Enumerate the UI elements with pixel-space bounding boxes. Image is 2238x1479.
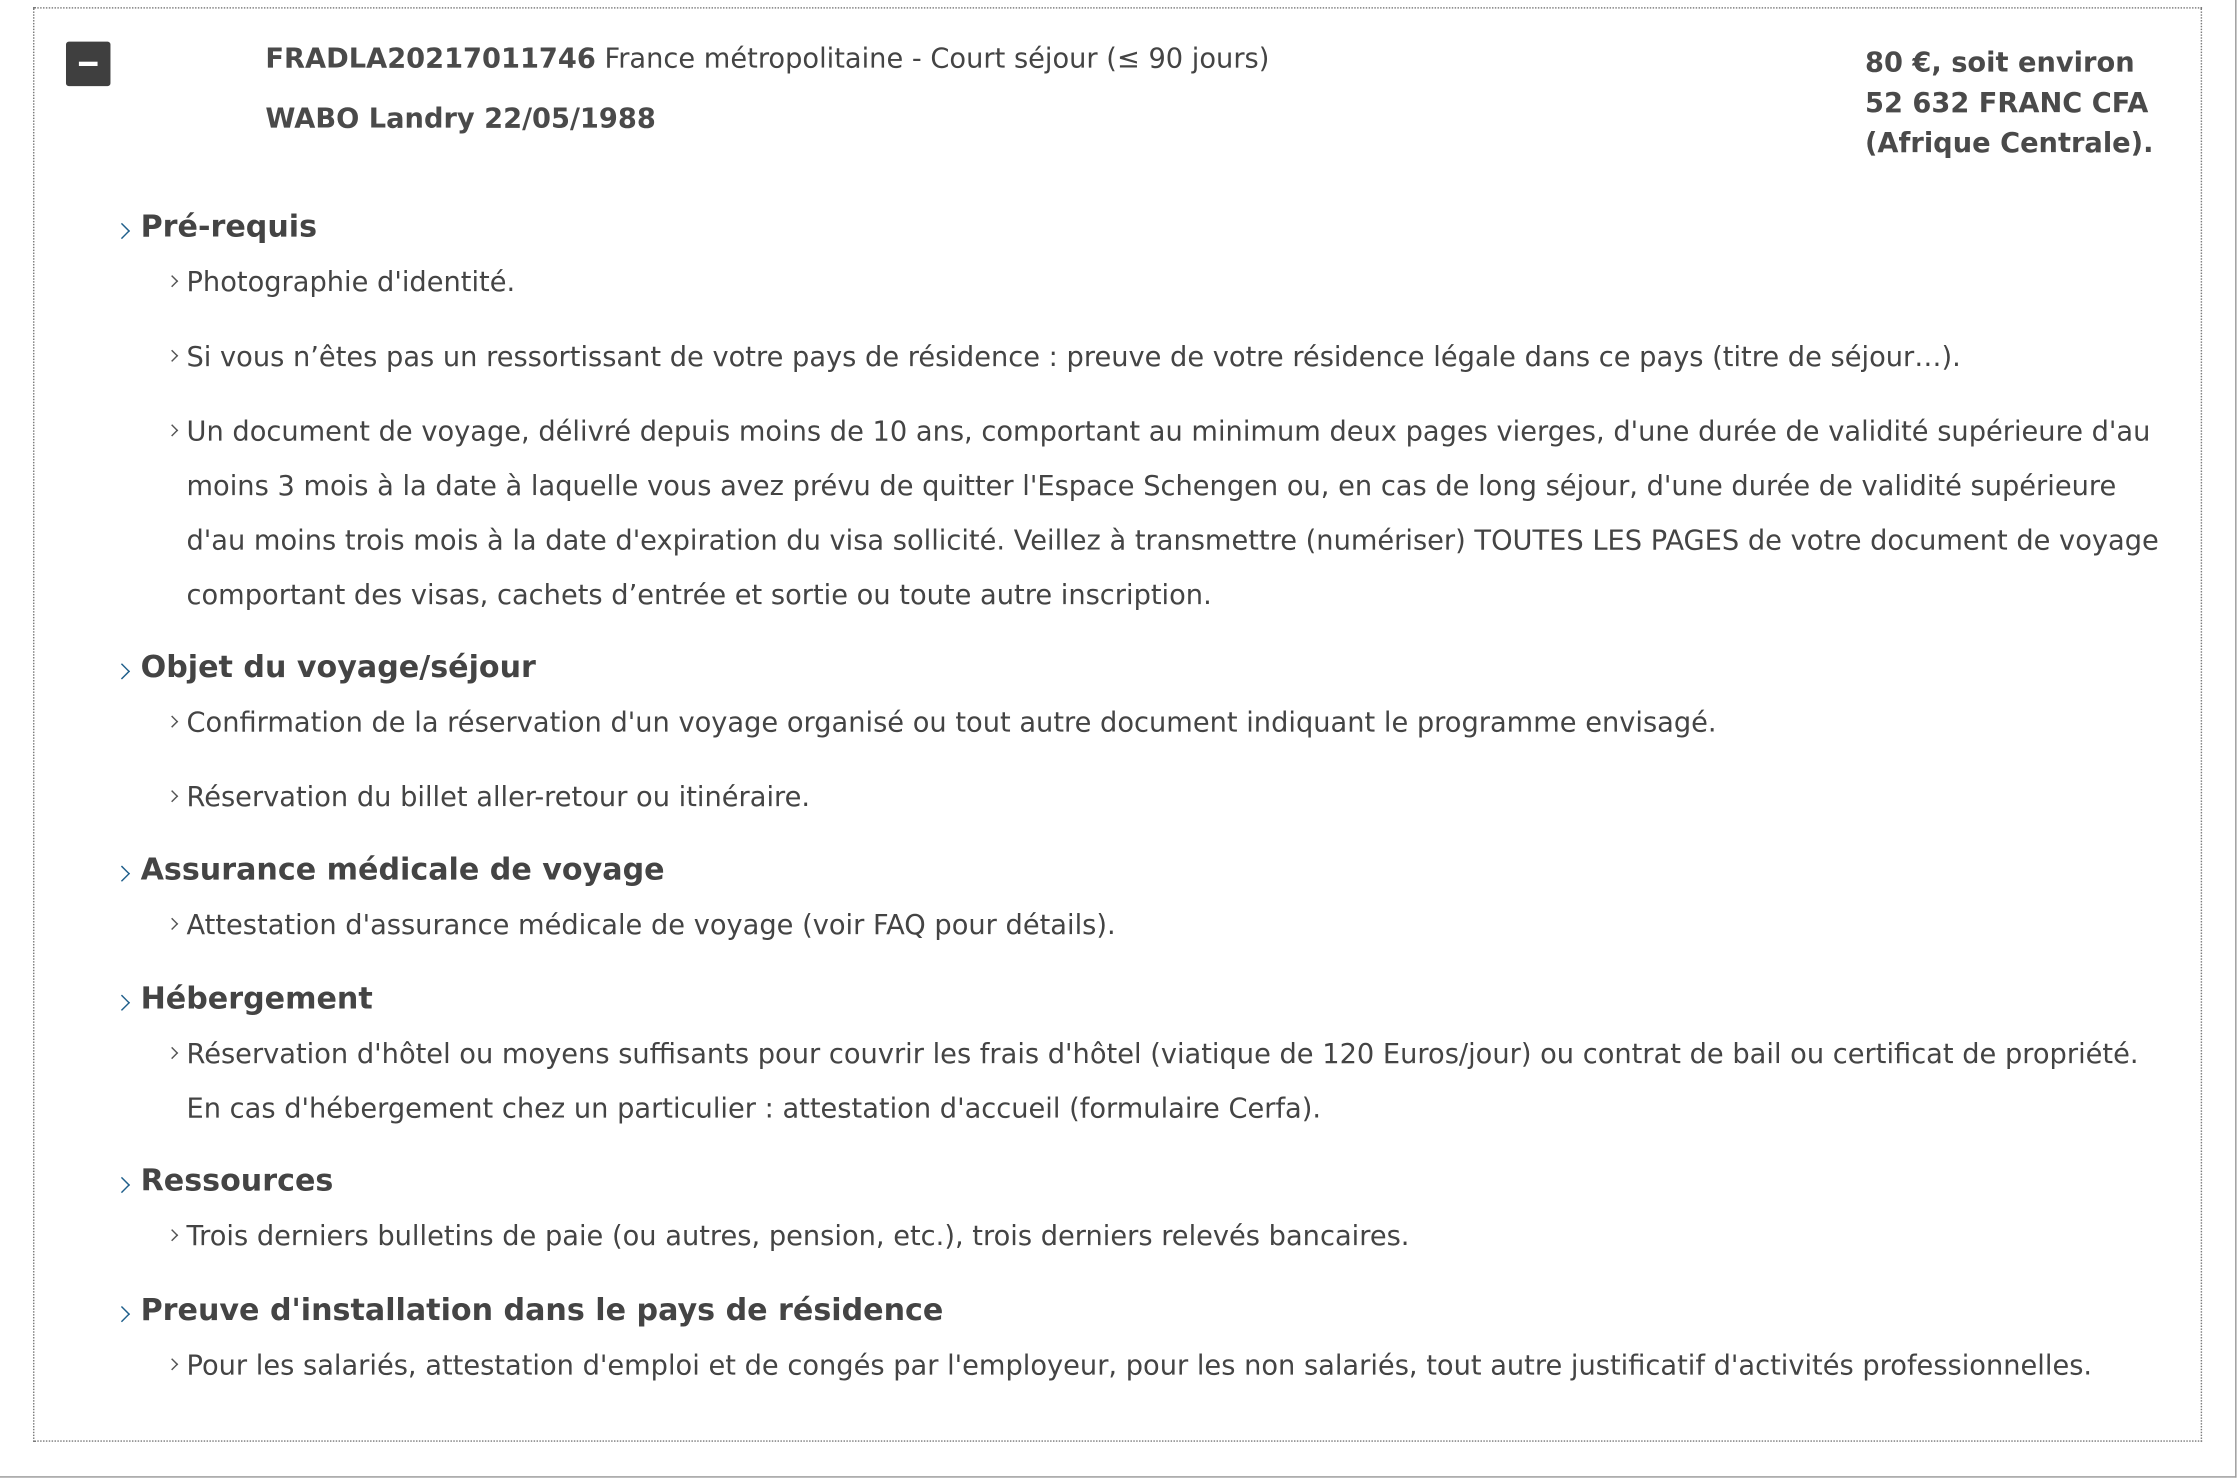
application-card: FRADLA20217011746 France métropolitaine … bbox=[32, 7, 2203, 1442]
minus-icon bbox=[78, 61, 98, 66]
list-item-text: Un document de voyage, délivré depuis mo… bbox=[186, 416, 2159, 612]
list-item-text: Attestation d'assurance médicale de voya… bbox=[186, 909, 1116, 942]
visa-type: France métropolitaine - Court séjour (≤ … bbox=[604, 43, 1270, 75]
chevron-right-icon bbox=[168, 792, 179, 803]
chevron-right-icon bbox=[168, 1360, 179, 1371]
page: FRADLA20217011746 France métropolitaine … bbox=[0, 0, 2238, 1479]
chevron-right-icon bbox=[168, 717, 179, 728]
list-item-text: Réservation du billet aller-retour ou it… bbox=[186, 781, 811, 814]
chevron-right-icon bbox=[116, 997, 130, 1011]
list-item-text: Photographie d'identité. bbox=[186, 266, 516, 299]
list-item-text: Confirmation de la réservation d'un voya… bbox=[186, 707, 1717, 739]
list-item: Confirmation de la réservation d'un voya… bbox=[186, 696, 2180, 751]
section-title: Assurance médicale de voyage bbox=[140, 852, 665, 887]
fee-line: 52 632 FRANC CFA bbox=[1864, 87, 2149, 120]
chevron-right-icon bbox=[116, 1308, 130, 1322]
application-reference: FRADLA20217011746 bbox=[265, 43, 596, 75]
chevron-right-icon bbox=[168, 426, 179, 437]
fee-line: (Afrique Centrale). bbox=[1864, 127, 2154, 160]
list-item: Attestation d'assurance médicale de voya… bbox=[186, 898, 2180, 953]
chevron-right-icon bbox=[116, 225, 130, 239]
list-item: Photographie d'identité. bbox=[186, 255, 2180, 310]
list-item-text: Trois derniers bulletins de paie (ou aut… bbox=[186, 1220, 1410, 1253]
chevron-right-icon bbox=[168, 351, 179, 362]
list-item: Si vous n’êtes pas un ressortissant de v… bbox=[186, 330, 2180, 385]
list-item-text: Pour les salariés, attestation d'emploi … bbox=[186, 1349, 2093, 1382]
chevron-right-icon bbox=[168, 1231, 179, 1242]
list-item: Réservation d'hôtel ou moyens suffisants… bbox=[186, 1027, 2180, 1136]
application-header: FRADLA20217011746 France métropolitaine … bbox=[265, 43, 1269, 75]
chevron-right-icon bbox=[168, 1049, 179, 1060]
section-title: Preuve d'installation dans le pays de ré… bbox=[140, 1292, 944, 1328]
fee-line: 80 €, soit environ bbox=[1864, 47, 2135, 79]
section-title: Objet du voyage/séjour bbox=[140, 649, 536, 685]
section-title: Ressources bbox=[140, 1163, 334, 1198]
list-item-text: Si vous n’êtes pas un ressortissant de v… bbox=[186, 341, 1961, 373]
applicant-name: WABO Landry 22/05/1988 bbox=[265, 103, 656, 135]
chevron-right-icon bbox=[116, 868, 130, 882]
list-item: Trois derniers bulletins de paie (ou aut… bbox=[186, 1209, 2180, 1264]
collapse-button[interactable] bbox=[65, 41, 111, 87]
list-item: Un document de voyage, délivré depuis mo… bbox=[186, 405, 2180, 623]
section-title: Pré-requis bbox=[140, 209, 318, 244]
chevron-right-icon bbox=[168, 920, 179, 931]
list-item-text: Réservation d'hôtel ou moyens suffisants… bbox=[186, 1038, 2139, 1125]
section-title: Hébergement bbox=[140, 981, 373, 1016]
chevron-right-icon bbox=[116, 666, 130, 680]
chevron-right-icon bbox=[168, 277, 179, 288]
fee-amount: 80 €, soit environ 52 632 FRANC CFA (Afr… bbox=[1865, 43, 2195, 164]
list-item: Pour les salariés, attestation d'emploi … bbox=[186, 1338, 2180, 1393]
list-item: Réservation du billet aller-retour ou it… bbox=[186, 770, 2180, 825]
chevron-right-icon bbox=[116, 1179, 130, 1193]
